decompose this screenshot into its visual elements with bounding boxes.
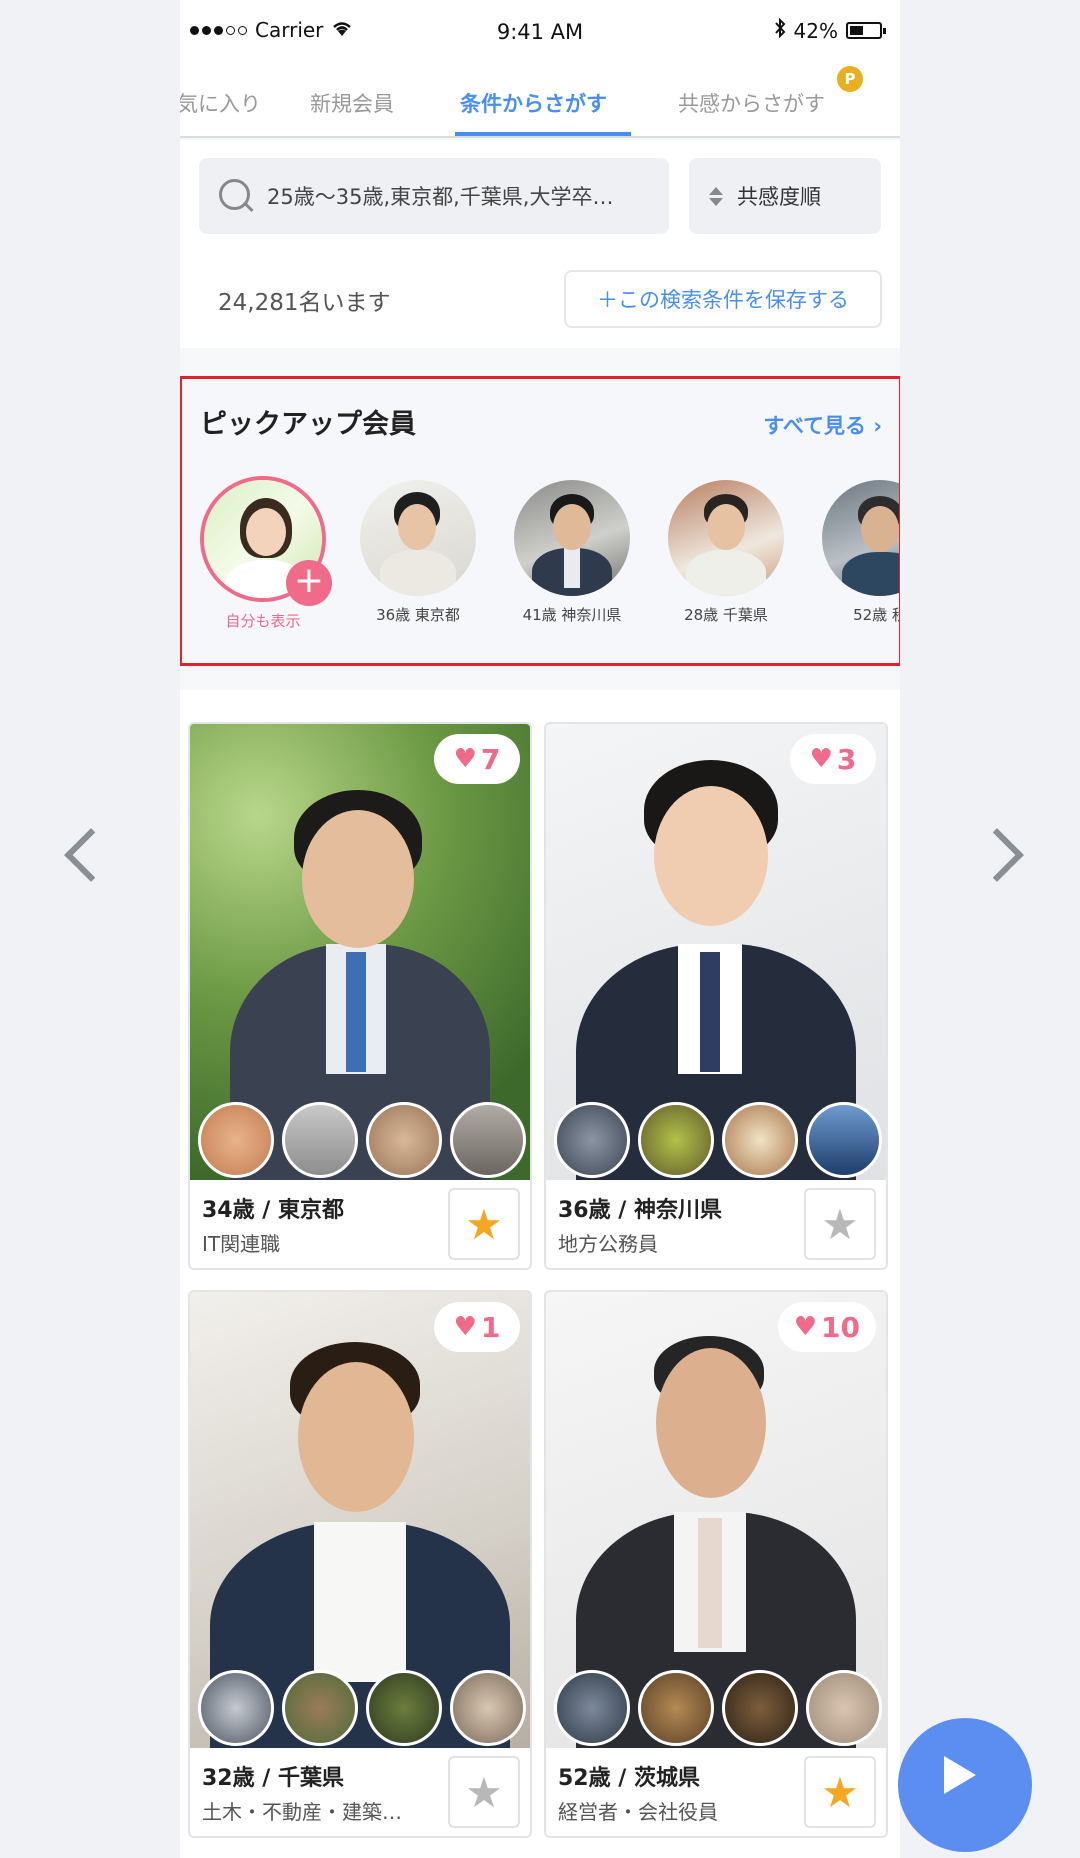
tab-favorites[interactable]: お気に入り: [180, 88, 261, 118]
interest-thumbnail[interactable]: [806, 1102, 882, 1178]
tab-new-members[interactable]: 新規会員: [310, 88, 394, 118]
interest-thumbnails: [198, 1670, 526, 1746]
bluetooth-icon: [774, 17, 786, 43]
favorite-star-button[interactable]: ★: [448, 1188, 520, 1260]
save-search-button[interactable]: ＋この検索条件を保存する: [564, 270, 882, 328]
member-info: 34歳 / 東京都 IT関連職 ★: [190, 1180, 530, 1268]
interest-thumbnail[interactable]: [638, 1670, 714, 1746]
member-card[interactable]: ♥ 7 34歳 / 東京都 IT関連職 ★: [188, 722, 532, 1270]
member-card[interactable]: ♥ 3 36歳 / 神奈川県 地方公務員 ★: [544, 722, 888, 1270]
search-icon: [219, 179, 253, 213]
interest-thumbnail[interactable]: [806, 1670, 882, 1746]
interest-thumbnail[interactable]: [282, 1102, 358, 1178]
status-bar: Carrier 9:41 AM 42%: [180, 0, 900, 62]
member-occupation: 経営者・会社役員: [558, 1800, 718, 1824]
member-info: 52歳 / 茨城県 経営者・会社役員 ★: [546, 1748, 886, 1836]
member-age-prefecture: 36歳 / 神奈川県: [558, 1198, 722, 1223]
interest-thumbnail[interactable]: [722, 1102, 798, 1178]
star-icon: ★: [465, 1199, 503, 1249]
member-info: 32歳 / 千葉県 土木・不動産・建築… ★: [190, 1748, 530, 1836]
member-occupation: 地方公務員: [558, 1232, 658, 1256]
tab-bar: お気に入り 新規会員 条件からさがす 共感からさがす P: [180, 62, 900, 138]
tab-search-empathy[interactable]: 共感からさがす: [678, 88, 825, 118]
search-conditions-text: 25歳～35歳,東京都,千葉県,大学卒…: [267, 185, 614, 209]
member-photo: ♥ 3: [546, 724, 886, 1180]
battery-icon: [846, 22, 886, 39]
sort-button[interactable]: 共感度順: [689, 158, 881, 234]
highlight-box: [180, 376, 900, 666]
sort-icon: [709, 186, 723, 206]
member-card[interactable]: ♥ 10 52歳 / 茨城県 経営者・会社役員 ★: [544, 1290, 888, 1838]
status-right: 42%: [774, 17, 886, 43]
member-age-prefecture: 34歳 / 東京都: [202, 1198, 344, 1223]
like-count: 7: [480, 742, 501, 776]
member-photo: ♥ 10: [546, 1292, 886, 1748]
member-photo: ♥ 1: [190, 1292, 530, 1748]
battery-percent: 42%: [793, 18, 838, 43]
interest-thumbnail[interactable]: [198, 1102, 274, 1178]
interest-thumbnail[interactable]: [638, 1102, 714, 1178]
interest-thumbnail[interactable]: [554, 1102, 630, 1178]
star-icon: ★: [821, 1767, 859, 1817]
result-count: 24,281名います: [218, 290, 391, 316]
like-count: 1: [480, 1310, 501, 1344]
sort-label: 共感度順: [737, 185, 821, 209]
search-conditions-field[interactable]: 25歳～35歳,東京都,千葉県,大学卒…: [199, 158, 669, 234]
interest-thumbnail[interactable]: [450, 1670, 526, 1746]
prev-arrow-icon[interactable]: [46, 820, 106, 890]
heart-icon: ♥: [453, 744, 477, 774]
heart-icon: ♥: [793, 1312, 818, 1342]
favorite-star-button[interactable]: ★: [804, 1756, 876, 1828]
interest-thumbnails: [198, 1102, 526, 1178]
like-count-badge: ♥ 10: [777, 1302, 876, 1352]
like-count-badge: ♥ 1: [434, 1302, 520, 1352]
favorite-star-button[interactable]: ★: [804, 1188, 876, 1260]
phone-screen: Carrier 9:41 AM 42% お気に入り 新規会員 条件からさがす 共…: [180, 0, 900, 1858]
interest-thumbnail[interactable]: [366, 1102, 442, 1178]
like-count-badge: ♥ 3: [790, 734, 876, 784]
like-count: 3: [836, 742, 857, 776]
next-arrow-icon[interactable]: [970, 820, 1030, 890]
interest-thumbnail[interactable]: [554, 1670, 630, 1746]
heart-icon: ♥: [809, 744, 833, 774]
interest-thumbnail[interactable]: [366, 1670, 442, 1746]
member-grid: ♥ 7 34歳 / 東京都 IT関連職 ★ ♥ 3 36歳 / 神奈川県 地方公…: [180, 690, 900, 1858]
member-occupation: 土木・不動産・建築…: [202, 1800, 402, 1824]
interest-thumbnail[interactable]: [282, 1670, 358, 1746]
points-badge: P: [837, 66, 863, 92]
favorite-star-button[interactable]: ★: [448, 1756, 520, 1828]
member-age-prefecture: 52歳 / 茨城県: [558, 1766, 700, 1791]
interest-thumbnail[interactable]: [198, 1670, 274, 1746]
interest-thumbnails: [554, 1102, 882, 1178]
tab-search-conditions[interactable]: 条件からさがす: [460, 88, 607, 118]
star-icon: ★: [821, 1199, 859, 1249]
heart-icon: ♥: [453, 1312, 477, 1342]
play-button[interactable]: [898, 1718, 1032, 1852]
member-occupation: IT関連職: [202, 1232, 281, 1256]
active-tab-indicator: [455, 132, 631, 136]
search-area: 25歳～35歳,東京都,千葉県,大学卒… 共感度順 24,281名います ＋この…: [180, 140, 900, 348]
interest-thumbnails: [554, 1670, 882, 1746]
interest-thumbnail[interactable]: [722, 1670, 798, 1746]
star-icon: ★: [465, 1767, 503, 1817]
member-info: 36歳 / 神奈川県 地方公務員 ★: [546, 1180, 886, 1268]
like-count: 10: [821, 1310, 860, 1344]
like-count-badge: ♥ 7: [434, 734, 520, 784]
interest-thumbnail[interactable]: [450, 1102, 526, 1178]
member-card[interactable]: ♥ 1 32歳 / 千葉県 土木・不動産・建築… ★: [188, 1290, 532, 1838]
member-age-prefecture: 32歳 / 千葉県: [202, 1766, 344, 1791]
member-photo: ♥ 7: [190, 724, 530, 1180]
